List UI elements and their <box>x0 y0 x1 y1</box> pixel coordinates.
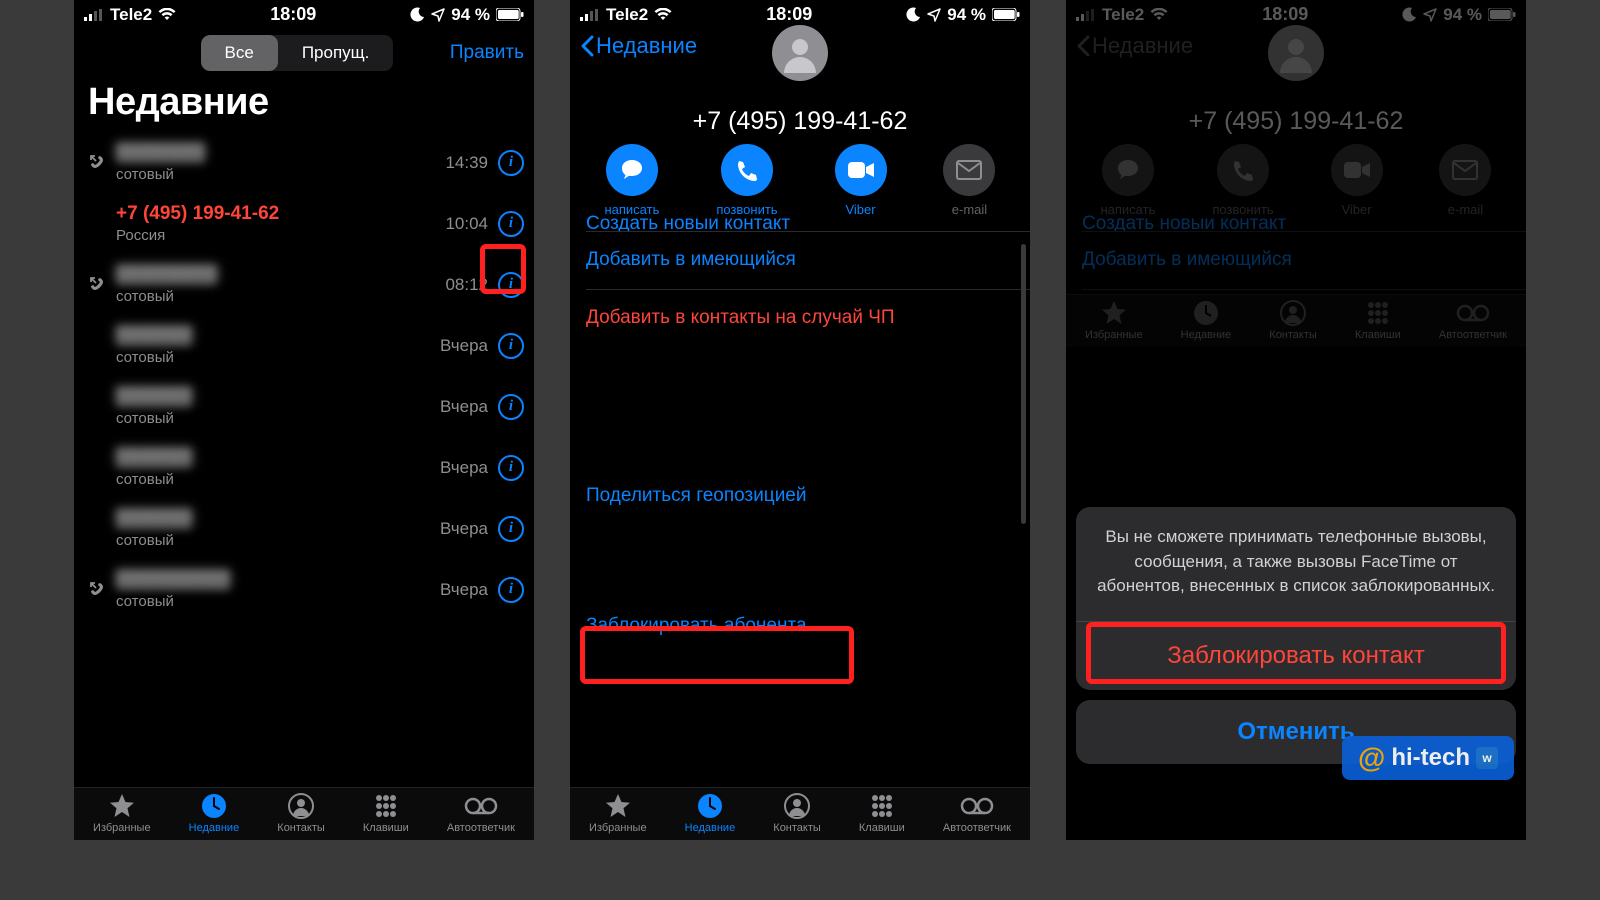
action-sheet: Вы не сможете принимать телефонные вызов… <box>1076 507 1516 764</box>
row-add-existing[interactable]: Добавить в имеющийся <box>570 231 1030 289</box>
row-share-location[interactable]: Поделиться геопозицией <box>570 467 1030 525</box>
carrier-label: Tele2 <box>110 5 152 25</box>
moon-icon <box>906 7 921 22</box>
screen-contact-detail: Tele2 18:09 94 % Недавние +7 (495) 199-4… <box>570 0 1030 840</box>
call-row[interactable]: XXXXXXсотовый Вчера i <box>74 376 534 437</box>
tab-recents[interactable]: Недавние <box>685 792 736 834</box>
tab-contacts[interactable]: Контакты <box>277 792 325 834</box>
battery-icon <box>992 8 1020 21</box>
tab-recents: Недавние <box>1181 299 1232 341</box>
call-row[interactable]: XXXXXXсотовый Вчера i <box>74 315 534 376</box>
row-emergency[interactable]: Добавить в контакты на случай ЧП <box>570 289 1030 347</box>
avatar <box>772 25 828 81</box>
moon-icon <box>410 7 425 22</box>
seg-missed[interactable]: Пропущ. <box>278 35 394 71</box>
tab-keypad[interactable]: Клавиши <box>363 792 409 834</box>
call-row[interactable]: XXXXXXXсотовый 14:39 i <box>74 132 534 193</box>
tab-bar: Избранные Недавние Контакты Клавиши Авто… <box>1066 294 1526 347</box>
location-icon <box>927 8 941 22</box>
tab-favorites[interactable]: Избранные <box>93 792 151 834</box>
action-viber: Viber <box>1331 144 1383 217</box>
mail-icon <box>956 160 982 180</box>
moon-icon <box>1402 7 1417 22</box>
phone-number: +7 (495) 199-41-62 <box>1066 107 1526 136</box>
action-message[interactable]: написать <box>604 144 659 217</box>
call-row[interactable]: XXXXXXXXсотовый 08:12 i <box>74 254 534 315</box>
tab-favorites[interactable]: Избранные <box>589 792 647 834</box>
signal-icon <box>580 9 600 21</box>
wifi-icon <box>654 8 672 21</box>
segmented-control[interactable]: Все Пропущ. <box>201 35 394 71</box>
battery-icon <box>496 8 524 21</box>
tab-voicemail[interactable]: Автоответчик <box>943 792 1011 834</box>
info-icon[interactable]: i <box>498 394 524 420</box>
battery-icon <box>1488 8 1516 21</box>
action-viber[interactable]: Viber <box>835 144 887 217</box>
info-icon[interactable]: i <box>498 272 524 298</box>
tab-voicemail[interactable]: Автоответчик <box>447 792 515 834</box>
avatar <box>1268 25 1324 81</box>
status-bar: Tele2 18:09 94 % <box>74 0 534 27</box>
row-create-contact[interactable]: Создать новыи контакт <box>570 213 1030 231</box>
tab-contacts: Контакты <box>1269 299 1317 341</box>
recents-list: XXXXXXXсотовый 14:39 i +7 (495) 199-41-6… <box>74 132 534 620</box>
message-icon <box>619 157 645 183</box>
info-icon[interactable]: i <box>498 455 524 481</box>
call-row-missed[interactable]: +7 (495) 199-41-62Россия 10:04 i <box>74 193 534 254</box>
sheet-message: Вы не сможете принимать телефонные вызов… <box>1076 507 1516 621</box>
location-icon <box>431 8 445 22</box>
action-message: написать <box>1100 144 1155 217</box>
outgoing-icon <box>88 275 106 293</box>
tab-recents[interactable]: Недавние <box>189 792 240 834</box>
screen-block-confirm: Tele2 18:09 94 % Недавние <box>1066 0 1526 840</box>
phone-number: +7 (495) 199-41-62 <box>570 107 1030 136</box>
info-icon[interactable]: i <box>498 150 524 176</box>
location-icon <box>1423 8 1437 22</box>
action-email: e-mail <box>1439 144 1491 217</box>
battery-label: 94 % <box>451 5 490 25</box>
seg-all[interactable]: Все <box>201 35 278 71</box>
info-icon[interactable]: i <box>498 333 524 359</box>
video-icon <box>1343 160 1371 180</box>
tab-bar: Избранные Недавние Контакты Клавиши Авто… <box>74 787 534 840</box>
sheet-block-button[interactable]: Заблокировать контакт <box>1076 621 1516 690</box>
tab-contacts[interactable]: Контакты <box>773 792 821 834</box>
tab-keypad[interactable]: Клавиши <box>859 792 905 834</box>
edit-button[interactable]: Править <box>450 42 524 64</box>
tab-favorites: Избранные <box>1085 299 1143 341</box>
tab-keypad: Клавиши <box>1355 299 1401 341</box>
phone-icon <box>1231 158 1255 182</box>
status-bar: Tele2 18:09 94 % <box>570 0 1030 27</box>
mail-icon <box>1452 160 1478 180</box>
tab-voicemail: Автоответчик <box>1439 299 1507 341</box>
call-row[interactable]: XXXXXXXXXсотовый Вчера i <box>74 559 534 620</box>
outgoing-icon <box>88 580 106 598</box>
phone-icon <box>735 158 759 182</box>
page-title: Недавние <box>74 77 534 132</box>
info-icon[interactable]: i <box>498 516 524 542</box>
watermark: @hi-tech w <box>1342 736 1514 780</box>
status-bar: Tele2 18:09 94 % <box>1066 0 1526 27</box>
wifi-icon <box>1150 8 1168 21</box>
wifi-icon <box>158 8 176 21</box>
info-icon[interactable]: i <box>498 211 524 237</box>
info-icon[interactable]: i <box>498 577 524 603</box>
tab-bar: Избранные Недавние Контакты Клавиши Авто… <box>570 787 1030 840</box>
outgoing-icon <box>88 153 106 171</box>
call-row[interactable]: XXXXXXсотовый Вчера i <box>74 437 534 498</box>
signal-icon <box>84 9 104 21</box>
action-call: позвонить <box>1212 144 1273 217</box>
action-email: e-mail <box>943 144 995 217</box>
message-icon <box>1115 157 1141 183</box>
video-icon <box>847 160 875 180</box>
row-block[interactable]: Заблокировать абонента <box>570 597 1030 655</box>
action-call[interactable]: позвонить <box>716 144 777 217</box>
call-row[interactable]: XXXXXXсотовый Вчера i <box>74 498 534 559</box>
scrollbar[interactable] <box>1021 244 1026 524</box>
clock: 18:09 <box>270 4 316 25</box>
screen-recents: Tele2 18:09 94 % Все Пропущ. Править Нед… <box>74 0 534 840</box>
signal-icon <box>1076 9 1096 21</box>
